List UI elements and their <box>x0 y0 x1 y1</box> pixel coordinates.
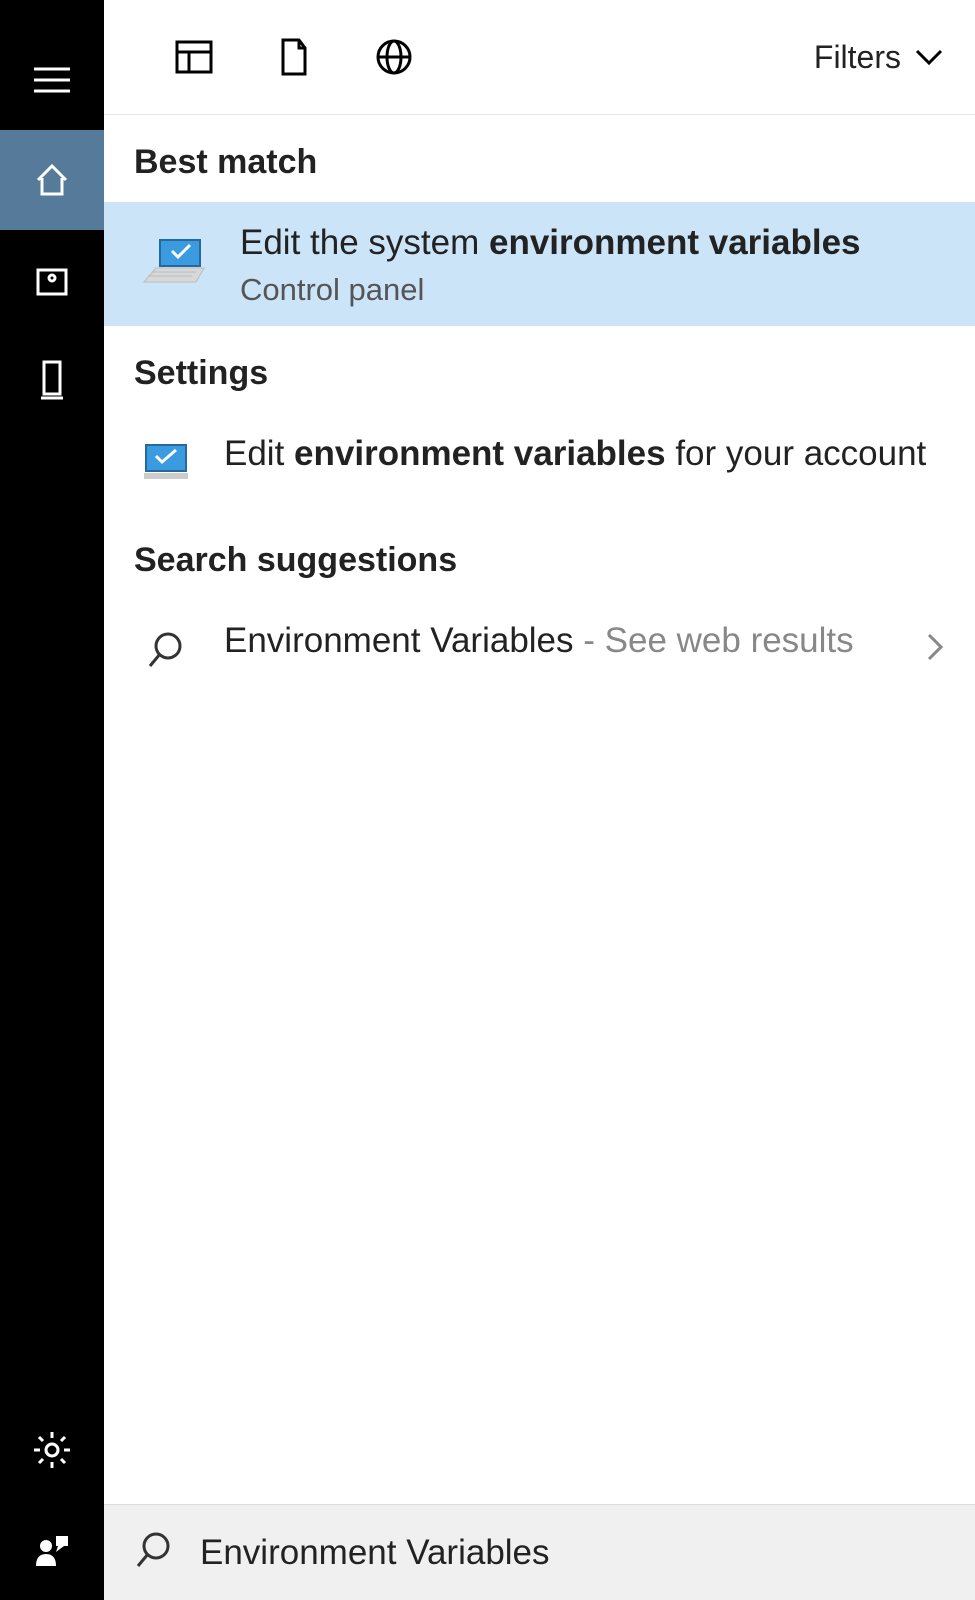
best-match-subtitle: Control panel <box>240 272 945 308</box>
hamburger-button[interactable] <box>0 30 104 130</box>
hamburger-icon <box>32 65 72 95</box>
monitor-icon <box>134 431 198 495</box>
settings-result[interactable]: Edit environment variables for your acco… <box>104 413 975 513</box>
remote-button[interactable] <box>0 330 104 430</box>
suggestions-header: Search suggestions <box>104 513 975 600</box>
search-results-panel: Filters Best match Edit the system envir… <box>104 0 975 1600</box>
search-icon <box>134 1530 174 1575</box>
settings-header: Settings <box>104 326 975 413</box>
gear-icon <box>32 1430 72 1470</box>
system-icon <box>134 234 214 294</box>
globe-icon <box>375 38 413 76</box>
camera-button[interactable] <box>0 230 104 330</box>
topbar: Filters <box>104 0 975 115</box>
document-icon <box>279 38 309 76</box>
documents-tab[interactable] <box>244 38 344 76</box>
best-match-title: Edit the system environment variables <box>240 220 945 266</box>
camera-icon <box>34 262 70 298</box>
settings-button[interactable] <box>0 1400 104 1500</box>
apps-icon <box>175 40 213 74</box>
web-suggestion[interactable]: Environment Variables - See web results <box>104 600 975 700</box>
search-input[interactable] <box>200 1533 975 1573</box>
filters-label: Filters <box>814 39 901 76</box>
search-icon <box>134 618 198 682</box>
suggestion-title: Environment Variables - See web results <box>224 618 889 664</box>
feedback-button[interactable] <box>0 1500 104 1600</box>
home-button[interactable] <box>0 130 104 230</box>
chevron-down-icon <box>913 47 945 67</box>
remote-icon <box>41 360 63 400</box>
apps-tab[interactable] <box>144 40 244 74</box>
search-bar <box>104 1504 975 1600</box>
best-match-result[interactable]: Edit the system environment variables Co… <box>104 202 975 326</box>
web-tab[interactable] <box>344 38 444 76</box>
filters-button[interactable]: Filters <box>814 39 945 76</box>
home-icon <box>34 162 70 198</box>
best-match-header: Best match <box>104 115 975 202</box>
chevron-right-icon <box>925 631 945 668</box>
sidebar <box>0 0 104 1600</box>
settings-result-title: Edit environment variables for your acco… <box>224 431 945 477</box>
person-icon <box>34 1532 70 1568</box>
